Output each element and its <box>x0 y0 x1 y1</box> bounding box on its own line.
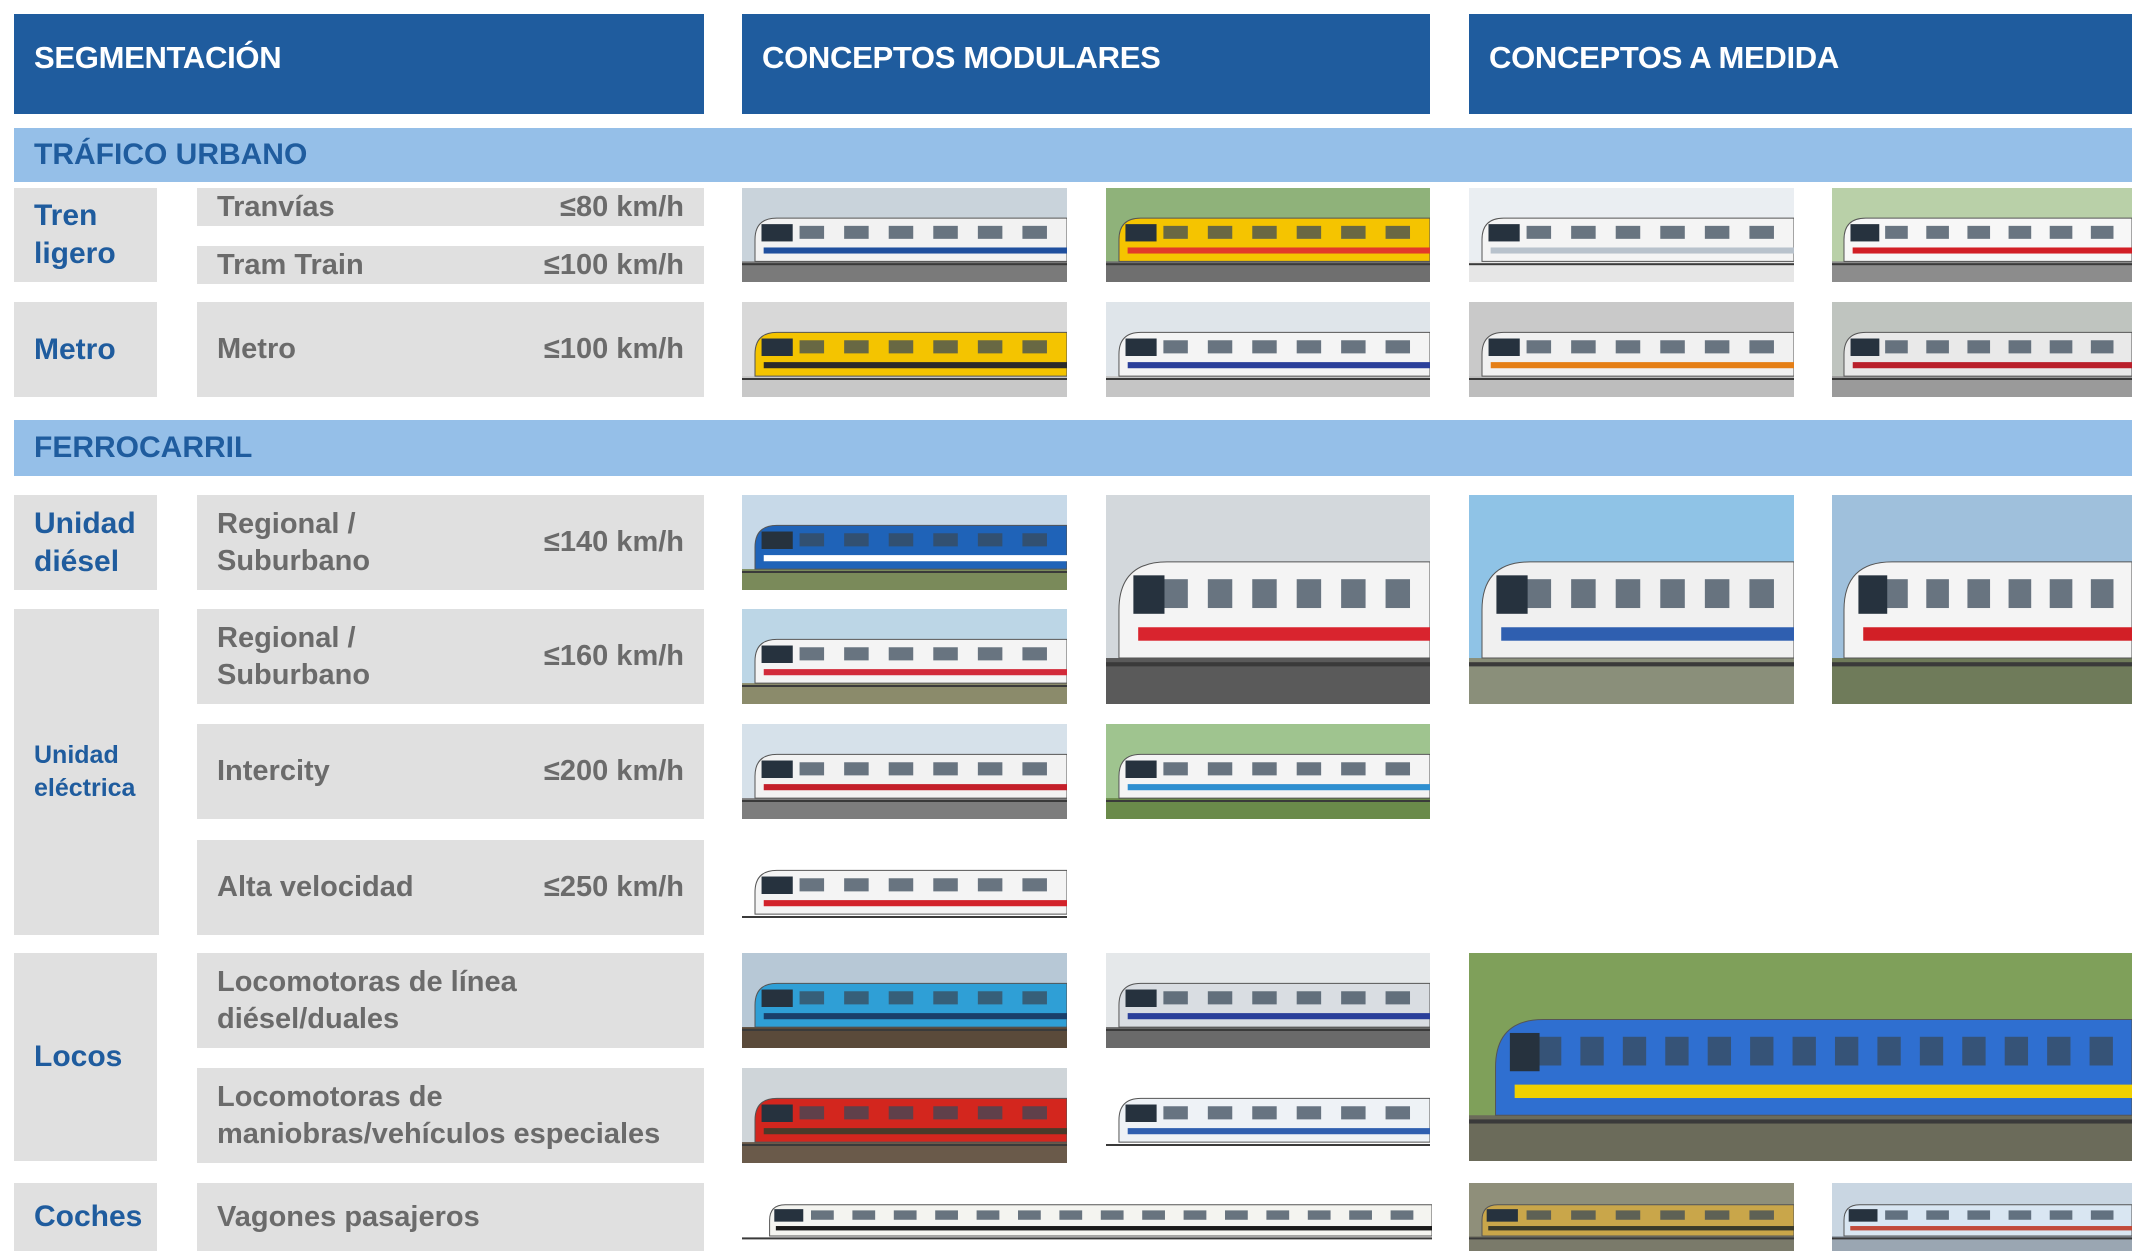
train-illustration <box>1832 495 2132 704</box>
segment-electric-unit: Unidad eléctrica <box>14 609 159 935</box>
row-high-speed: Alta velocidad ≤250 km/h <box>197 840 704 935</box>
row-high-speed-name: Alta velocidad <box>217 871 414 903</box>
train-illustration <box>1106 495 1430 704</box>
row-diesel-regional: Regional / Suburbano ≤140 km/h <box>197 495 704 590</box>
train-illustration <box>1106 1068 1430 1163</box>
train-photo <box>1832 495 2132 704</box>
train-photo <box>1106 302 1430 397</box>
row-intercity-name: Intercity <box>217 755 330 787</box>
row-tram-name: Tranvías <box>217 190 335 223</box>
train-photo <box>1106 953 1430 1048</box>
header-modular-concepts: CONCEPTOS MODULARES <box>742 14 1430 114</box>
row-mainline-locos: Locomotoras de línea diésel/duales <box>197 953 704 1048</box>
train-photo <box>742 188 1067 282</box>
train-illustration <box>1106 188 1430 282</box>
row-tram-speed: ≤80 km/h <box>560 190 684 223</box>
header-modular-label: CONCEPTOS MODULARES <box>762 40 1161 75</box>
train-photo <box>1106 724 1430 819</box>
row-electric-regional-speed: ≤160 km/h <box>543 640 684 672</box>
train-photo <box>1106 1068 1430 1163</box>
train-photo <box>742 609 1067 704</box>
train-photo <box>1469 188 1794 282</box>
train-illustration <box>1469 953 2132 1161</box>
train-illustration <box>742 840 1067 935</box>
row-diesel-regional-name: Regional / Suburbano <box>217 507 371 577</box>
segment-diesel-unit: Unidad diésel <box>14 495 157 590</box>
train-illustration <box>742 609 1067 704</box>
train-illustration <box>1469 495 1794 704</box>
train-illustration <box>1106 302 1430 397</box>
row-metro-speed: ≤100 km/h <box>543 333 684 365</box>
row-electric-regional-name: Regional / Suburbano <box>217 621 371 691</box>
segment-light-rail: Tren ligero <box>14 188 157 282</box>
train-photo <box>1832 302 2132 397</box>
train-illustration <box>742 495 1067 590</box>
train-photo <box>742 724 1067 819</box>
row-diesel-regional-speed: ≤140 km/h <box>543 526 684 558</box>
segment-locos: Locos <box>14 953 157 1161</box>
row-passenger-cars: Vagones pasajeros <box>197 1183 704 1251</box>
row-intercity: Intercity ≤200 km/h <box>197 724 704 819</box>
train-illustration <box>1106 724 1430 819</box>
header-segmentation-label: SEGMENTACIÓN <box>34 40 282 75</box>
train-photo <box>1469 953 2132 1161</box>
train-illustration <box>742 302 1067 397</box>
row-electric-regional: Regional / Suburbano ≤160 km/h <box>197 609 704 704</box>
train-photo <box>742 1068 1067 1163</box>
train-photo <box>1469 495 1794 704</box>
train-illustration <box>742 724 1067 819</box>
row-metro: Metro ≤100 km/h <box>197 302 704 397</box>
row-tram-train: Tram Train ≤100 km/h <box>197 246 704 284</box>
train-photo <box>742 1183 1432 1251</box>
train-photo <box>1106 495 1430 704</box>
train-photo <box>1469 1183 1794 1251</box>
train-illustration <box>1469 1183 1794 1251</box>
row-tram-train-speed: ≤100 km/h <box>543 248 684 281</box>
header-custom-concepts: CONCEPTOS A MEDIDA <box>1469 14 2132 114</box>
train-illustration <box>1832 302 2132 397</box>
row-intercity-speed: ≤200 km/h <box>543 755 684 787</box>
train-illustration <box>742 188 1067 282</box>
segment-coaches: Coches <box>14 1183 157 1251</box>
band-urban-traffic: TRÁFICO URBANO <box>14 128 2132 182</box>
train-illustration <box>742 1183 1432 1251</box>
row-tram: Tranvías ≤80 km/h <box>197 188 704 226</box>
train-photo <box>1469 302 1794 397</box>
train-photo <box>742 495 1067 590</box>
row-high-speed-speed: ≤250 km/h <box>543 871 684 903</box>
train-illustration <box>742 1068 1067 1163</box>
train-illustration <box>742 953 1067 1048</box>
band-railway: FERROCARRIL <box>14 420 2132 476</box>
train-photo <box>1832 188 2132 282</box>
train-illustration <box>1832 188 2132 282</box>
header-custom-label: CONCEPTOS A MEDIDA <box>1489 40 1839 75</box>
row-shunting-locos-name: Locomotoras de maniobras/vehículos espec… <box>217 1080 661 1150</box>
train-photo <box>742 953 1067 1048</box>
row-tram-train-name: Tram Train <box>217 248 364 281</box>
row-metro-name: Metro <box>217 333 296 365</box>
train-illustration <box>1469 188 1794 282</box>
train-illustration <box>1106 953 1430 1048</box>
train-photo <box>1106 188 1430 282</box>
row-shunting-locos: Locomotoras de maniobras/vehículos espec… <box>197 1068 704 1163</box>
segment-metro: Metro <box>14 302 157 397</box>
train-photo <box>1832 1183 2132 1251</box>
row-passenger-cars-name: Vagones pasajeros <box>217 1200 480 1233</box>
train-illustration <box>1832 1183 2132 1251</box>
band-urban-label: TRÁFICO URBANO <box>34 138 308 171</box>
row-mainline-locos-name: Locomotoras de línea diésel/duales <box>217 965 517 1035</box>
band-rail-label: FERROCARRIL <box>34 431 253 464</box>
train-photo <box>742 840 1067 935</box>
train-photo <box>742 302 1067 397</box>
train-illustration <box>1469 302 1794 397</box>
header-segmentation: SEGMENTACIÓN <box>14 14 704 114</box>
